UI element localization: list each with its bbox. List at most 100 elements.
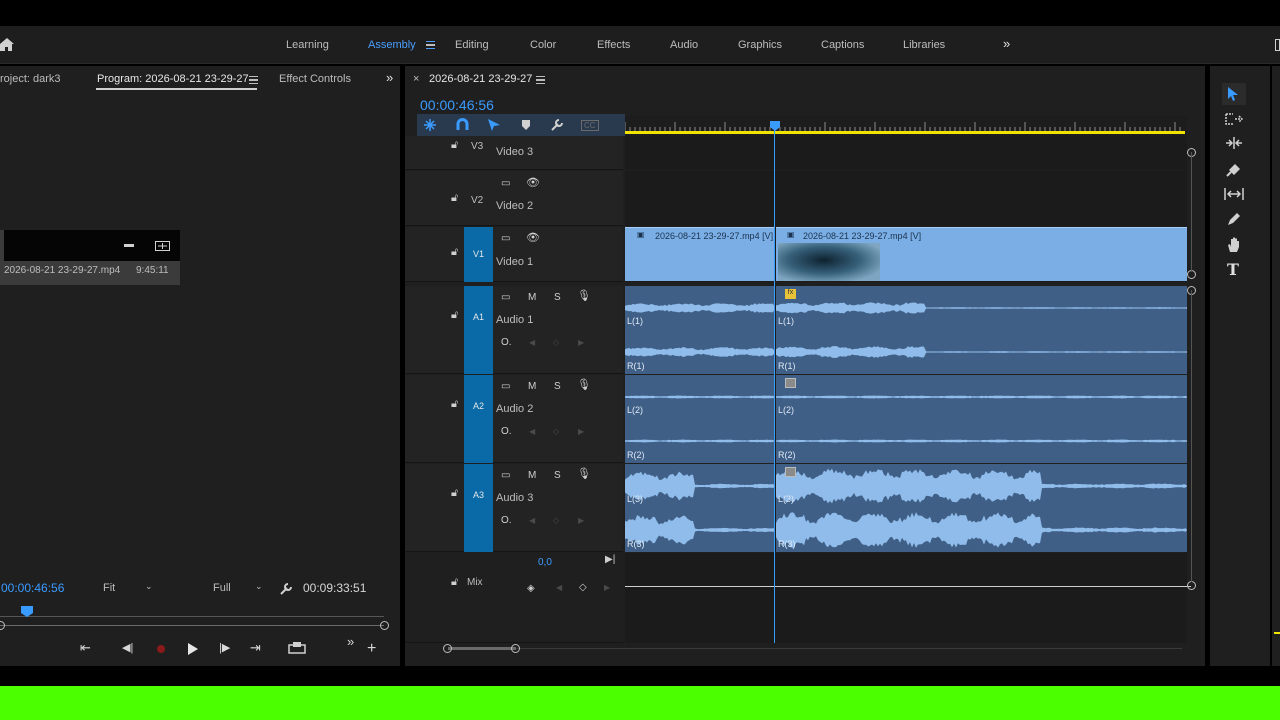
time-ruler[interactable]	[625, 116, 1187, 136]
track-area-v1[interactable]: ▣ 2026-08-21 23-29-27.mp4 [V] ▣ 2026-08-…	[625, 227, 1187, 282]
ripple-edit-icon[interactable]	[1225, 136, 1243, 150]
zoom-handle-right[interactable]	[511, 644, 520, 653]
more-controls-icon[interactable]: »	[347, 634, 354, 649]
track-area-a2[interactable]: L(2) R(2) L(2) R(2)	[625, 375, 1187, 463]
toggle-sync-lock-icon[interactable]: ▭	[501, 471, 510, 481]
go-to-in-icon[interactable]: ⇤	[80, 640, 91, 656]
lock-icon[interactable]: 🔓︎	[451, 193, 458, 204]
insert-icon[interactable]	[155, 241, 170, 251]
resolution-select[interactable]: Full	[213, 582, 231, 594]
wrench-icon[interactable]	[279, 582, 293, 596]
add-keyframe-icon[interactable]: ◇	[553, 428, 559, 436]
workspace-captions[interactable]: Captions	[821, 39, 864, 51]
workspace-graphics[interactable]: Graphics	[738, 39, 782, 51]
workspace-audio[interactable]: Audio	[670, 39, 698, 51]
track-area-a1[interactable]: L(1) R(1) fx L(1) R(1)	[625, 286, 1187, 374]
timeline-settings-wrench-icon[interactable]	[550, 118, 564, 132]
track-header-v1[interactable]: 🔓︎ V1 ▭ 👁︎ Video 1	[405, 227, 623, 282]
track-select-forward-icon[interactable]	[1225, 112, 1243, 126]
slip-icon[interactable]	[1224, 187, 1244, 201]
eye-icon[interactable]: 👁︎	[526, 233, 540, 244]
close-icon[interactable]: ×	[413, 73, 419, 85]
monitor-scrollbar[interactable]	[0, 625, 384, 626]
clip-thumbnail-card[interactable]: ▬ 2026-08-21 23-29-27.mp4 9:45:11	[0, 230, 180, 285]
solo-button[interactable]: S	[554, 382, 561, 392]
track-area-v3[interactable]	[625, 136, 1187, 170]
workspace-editing[interactable]: Editing	[455, 39, 489, 51]
mute-button[interactable]: M	[528, 471, 536, 481]
volume-knob-icon[interactable]: O.	[501, 516, 512, 526]
toggle-sync-lock-icon[interactable]: ▭	[501, 179, 510, 189]
next-keyframe-icon[interactable]: ▶	[578, 339, 584, 347]
track-header-v3[interactable]: 🔓︎ V3 Video 3	[405, 136, 623, 170]
track-badge-a2[interactable]: A2	[464, 375, 493, 463]
more-panels-icon[interactable]: »	[386, 70, 393, 85]
lock-icon[interactable]: 🔓︎	[451, 247, 458, 258]
playhead-marker-icon[interactable]	[20, 606, 34, 618]
next-keyframe-icon[interactable]: ▶	[578, 428, 584, 436]
next-keyframe-icon[interactable]: ▶	[578, 517, 584, 525]
chevron-down-icon[interactable]: ⌄	[255, 581, 263, 592]
timeline-tab-title[interactable]: 2026-08-21 23-29-27	[429, 73, 532, 85]
add-keyframe-icon[interactable]: ◇	[553, 339, 559, 347]
zoom-fit-select[interactable]: Fit	[103, 582, 115, 594]
audio-clip-a1-1[interactable]: L(1) R(1)	[625, 286, 775, 374]
snap-magnet-icon[interactable]	[456, 118, 469, 131]
solo-button[interactable]: S	[554, 471, 561, 481]
mute-button[interactable]: M	[528, 293, 536, 303]
captions-icon[interactable]: CC	[581, 120, 599, 131]
video-clip-1[interactable]: ▣ 2026-08-21 23-29-27.mp4 [V]	[625, 227, 775, 281]
video-clip-2[interactable]: ▣ 2026-08-21 23-29-27.mp4 [V]	[776, 227, 1187, 281]
button-editor-plus-icon[interactable]: +	[367, 640, 376, 658]
solo-button[interactable]: S	[554, 293, 561, 303]
workspace-libraries[interactable]: Libraries	[903, 39, 945, 51]
workspace-assembly[interactable]: Assembly	[368, 39, 416, 51]
pen-icon[interactable]	[1226, 211, 1242, 227]
track-badge-a3[interactable]: A3	[464, 464, 493, 552]
eye-icon[interactable]: 👁︎	[526, 178, 540, 189]
program-menu-icon[interactable]	[249, 76, 258, 84]
razor-icon[interactable]	[1226, 161, 1242, 177]
add-marker-icon[interactable]	[521, 119, 531, 131]
selection-tool-icon[interactable]	[1226, 86, 1240, 102]
mix-jump-icon[interactable]: ▶|	[605, 555, 615, 565]
mix-volume-knob-icon[interactable]: ◈	[527, 584, 535, 594]
track-header-a2[interactable]: 🔓︎ A2 ▭ M S 🎙︎ Audio 2 O. ◀ ◇ ▶	[405, 375, 623, 463]
vertical-scrollbar-audio[interactable]	[1191, 290, 1192, 582]
track-header-a3[interactable]: 🔓︎ A3 ▭ M S 🎙︎ Audio 3 O. ◀ ◇ ▶	[405, 464, 623, 552]
step-back-icon[interactable]: ◀︎|	[122, 641, 133, 654]
chevron-down-icon[interactable]: ⌄	[145, 581, 153, 592]
timeline-menu-icon[interactable]	[536, 76, 545, 84]
tab-effect-controls[interactable]: Effect Controls	[279, 73, 351, 85]
track-badge-v1[interactable]: V1	[464, 227, 493, 282]
track-header-a1[interactable]: 🔓︎ A1 ▭ M S 🎙︎ Audio 1 O. ◀ ◇ ▶	[405, 286, 623, 374]
lock-icon[interactable]: 🔓︎	[451, 310, 458, 321]
step-forward-icon[interactable]: |▶︎	[219, 641, 230, 654]
lock-icon[interactable]: 🔓︎	[451, 577, 458, 588]
timeline-horizontal-scrollbar[interactable]	[448, 648, 1182, 649]
track-badge-a1[interactable]: A1	[464, 286, 493, 374]
more-workspaces-icon[interactable]: »	[1003, 36, 1010, 51]
mix-value[interactable]: 0,0	[538, 557, 552, 568]
toggle-sync-lock-icon[interactable]: ▭	[501, 234, 510, 244]
workspace-menu-icon[interactable]	[426, 41, 435, 49]
toggle-sync-lock-icon[interactable]: ▭	[501, 293, 510, 303]
vertical-scroll-handle-mix[interactable]	[1187, 581, 1196, 590]
microphone-icon[interactable]: 🎙︎	[577, 291, 591, 302]
audio-clip-a2-1[interactable]: L(2) R(2)	[625, 375, 775, 463]
go-to-out-icon[interactable]: ⇥	[250, 640, 261, 656]
prev-keyframe-icon[interactable]: ◀	[529, 428, 535, 436]
toggle-sync-lock-icon[interactable]: ▭	[501, 382, 510, 392]
tab-project[interactable]: roject: dark3	[0, 73, 61, 85]
type-icon[interactable]: T	[1227, 260, 1239, 279]
track-area-a3[interactable]: L(3) R(3) L(3) R(3)	[625, 464, 1187, 552]
nest-sequence-icon[interactable]	[423, 118, 437, 132]
playhead-line[interactable]	[774, 130, 775, 643]
track-area-v2[interactable]	[625, 171, 1187, 226]
add-keyframe-icon[interactable]: ◇	[553, 517, 559, 525]
prev-keyframe-icon[interactable]: ◀	[529, 339, 535, 347]
lock-icon[interactable]: 🔓︎	[451, 399, 458, 410]
add-keyframe-icon[interactable]: ◇	[579, 583, 587, 593]
mute-button[interactable]: M	[528, 382, 536, 392]
audio-clip-a2-2[interactable]: L(2) R(2)	[776, 375, 1187, 463]
